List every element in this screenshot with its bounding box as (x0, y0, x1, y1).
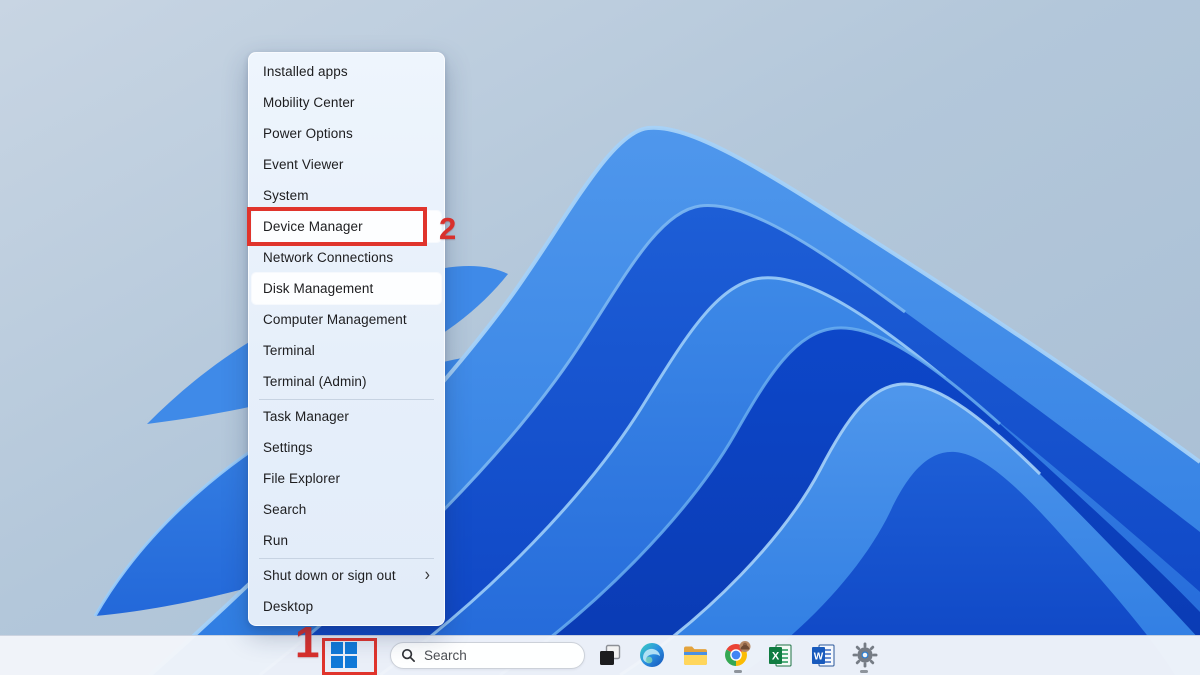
file-explorer-button[interactable] (681, 641, 709, 669)
menu-item-file-explorer[interactable]: File Explorer (249, 463, 444, 494)
menu-separator (259, 558, 434, 559)
menu-item-task-manager[interactable]: Task Manager (249, 401, 444, 432)
svg-text:X: X (771, 650, 779, 662)
edge-icon (639, 642, 665, 668)
desktop-wallpaper (0, 0, 1200, 675)
menu-item-terminal-admin[interactable]: Terminal (Admin) (249, 366, 444, 397)
chrome-running-indicator (734, 670, 742, 673)
menu-item-power-options[interactable]: Power Options (249, 118, 444, 149)
menu-item-label: Terminal (Admin) (263, 374, 367, 389)
excel-button[interactable]: X (766, 641, 794, 669)
menu-item-network-connections[interactable]: Network Connections (249, 242, 444, 273)
search-box[interactable]: Search (390, 642, 585, 669)
menu-item-terminal[interactable]: Terminal (249, 335, 444, 366)
menu-item-label: Power Options (263, 126, 353, 141)
search-icon (401, 648, 416, 663)
menu-item-desktop[interactable]: Desktop (249, 591, 444, 622)
chrome-icon (724, 641, 752, 669)
settings-gear-icon (852, 642, 878, 668)
menu-item-label: File Explorer (263, 471, 340, 486)
settings-running-indicator (860, 670, 868, 673)
menu-item-mobility-center[interactable]: Mobility Center (249, 87, 444, 118)
menu-item-disk-management[interactable]: Disk Management (252, 273, 441, 304)
file-explorer-icon (682, 642, 709, 669)
menu-item-installed-apps[interactable]: Installed apps (249, 56, 444, 87)
menu-item-run[interactable]: Run (249, 525, 444, 556)
menu-item-label: Task Manager (263, 409, 349, 424)
menu-item-search[interactable]: Search (249, 494, 444, 525)
menu-item-label: Desktop (263, 599, 313, 614)
menu-item-device-manager[interactable]: Device Manager2 (252, 211, 441, 242)
edge-button[interactable] (638, 641, 666, 669)
menu-item-label: Search (263, 502, 306, 517)
menu-item-shut-down-or-sign-out[interactable]: Shut down or sign out › (249, 560, 444, 591)
menu-item-label: Run (263, 533, 288, 548)
search-placeholder: Search (424, 648, 467, 663)
menu-item-system[interactable]: System (249, 180, 444, 211)
menu-item-label: Network Connections (263, 250, 393, 265)
word-icon: W (811, 643, 836, 668)
menu-item-event-viewer[interactable]: Event Viewer (249, 149, 444, 180)
menu-item-label: Device Manager (263, 219, 363, 234)
submenu-chevron-icon: › (425, 566, 430, 584)
svg-text:W: W (813, 651, 823, 662)
task-view-button[interactable] (596, 641, 624, 669)
menu-item-settings[interactable]: Settings (249, 432, 444, 463)
context-menu: Installed apps Mobility Center Power Optio… (248, 52, 445, 626)
taskbar: 1 Search (0, 635, 1200, 675)
desktop: Installed apps Mobility Center Power Optio… (0, 0, 1200, 675)
start-highlight-box (322, 638, 377, 675)
task-view-icon (598, 643, 622, 667)
menu-item-label: System (263, 188, 309, 203)
menu-item-label: Event Viewer (263, 157, 344, 172)
menu-item-label: Disk Management (263, 281, 373, 296)
menu-item-label: Shut down or sign out (263, 568, 396, 583)
settings-button[interactable] (851, 641, 879, 669)
chrome-button[interactable] (724, 641, 752, 669)
excel-icon: X (768, 643, 793, 668)
step-2-highlight-box (247, 207, 427, 246)
word-button[interactable]: W (809, 641, 837, 669)
menu-item-label: Mobility Center (263, 95, 355, 110)
menu-item-label: Computer Management (263, 312, 407, 327)
menu-item-label: Terminal (263, 343, 315, 358)
menu-item-computer-management[interactable]: Computer Management (249, 304, 444, 335)
menu-item-label: Settings (263, 440, 313, 455)
menu-separator (259, 399, 434, 400)
menu-item-label: Installed apps (263, 64, 348, 79)
